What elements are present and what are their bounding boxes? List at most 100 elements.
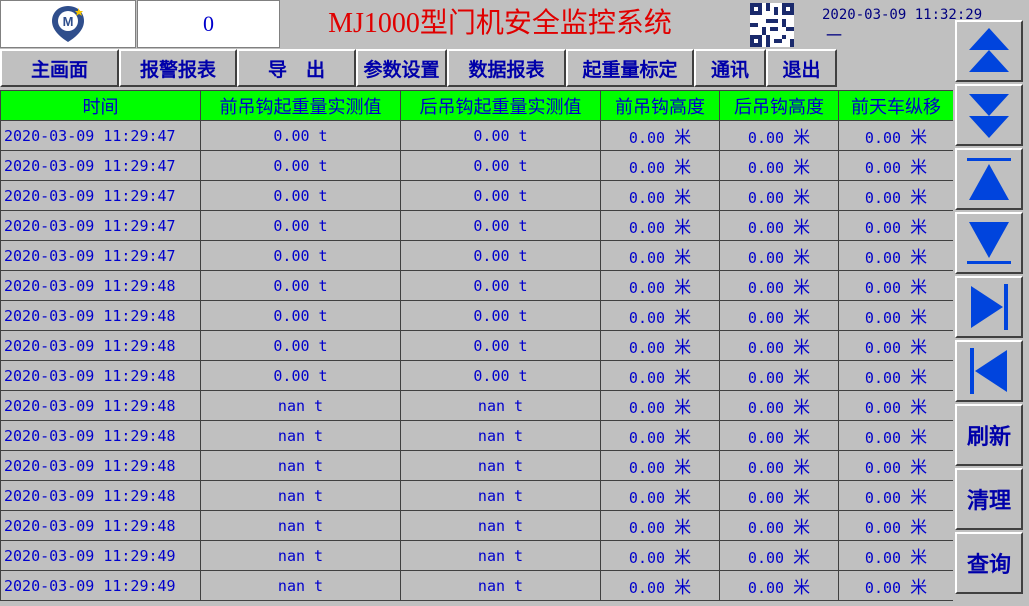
column-header-front-trolley-travel: 前天车纵移 [838,90,953,121]
cell-value: 0.00 [628,339,666,357]
cell-front-trolley-travel: 0.00 米 [838,360,953,391]
column-header-front-hook-height: 前吊钩高度 [600,90,720,121]
company-logo: M [0,0,136,48]
cell-value: 2020-03-09 11:29:47 [4,126,176,145]
next-record-button[interactable] [955,276,1023,338]
cell-front-trolley-travel: 0.00 米 [838,240,953,271]
cell-value: 2020-03-09 11:29:48 [4,306,176,325]
cell-value: 0.00 t [273,186,328,205]
header-bar: M 0 MJ1000型门机安全监控系统 2020-03-09 11:32:29 … [0,0,982,48]
table-row: 2020-03-09 11:29:48 0.00 t 0.00 t 0.00 米 0.0… [0,300,953,331]
cell-value: 0.00 [628,129,666,147]
cell-front-hook-height: 0.00 米 [600,240,720,271]
unit-label: 米 [793,428,811,448]
unit-label: 米 [910,218,928,238]
cell-front-trolley-travel: 0.00 米 [838,480,953,511]
counter-value: 0 [203,11,214,36]
cell-time: 2020-03-09 11:29:47 [0,150,201,181]
cell-front-trolley-travel: 0.00 米 [838,570,953,601]
app-title: MJ1000型门机安全监控系统 [328,8,672,39]
cell-value: nan t [277,396,324,415]
cell-value: 0.00 [864,459,902,477]
cell-value: nan t [477,396,524,415]
previous-record-button[interactable] [955,340,1023,402]
table-row: 2020-03-09 11:29:48 nan t nan t 0.00 米 0.00 … [0,450,953,481]
main-menu: 主画面 报警报表 导 出 参数设置 数据报表 起重量标定 通讯 退出 [0,49,837,87]
cell-value: 0.00 t [473,306,528,325]
menu-export-button[interactable]: 导 出 [237,49,356,87]
table-row: 2020-03-09 11:29:48 0.00 t 0.00 t 0.00 米 0.0… [0,360,953,391]
menu-parameter-settings-button[interactable]: 参数设置 [356,49,447,87]
unit-label: 米 [793,218,811,238]
clear-button[interactable]: 清理 [955,468,1023,530]
unit-label: 米 [910,548,928,568]
menu-data-report-button[interactable]: 数据报表 [447,49,566,87]
unit-label: 米 [674,428,692,448]
menu-communication-button[interactable]: 通讯 [694,49,766,87]
cell-rear-hook-height: 0.00 米 [719,570,839,601]
menu-exit-button[interactable]: 退出 [766,49,837,87]
qr-code-icon [750,3,794,47]
page-up-button[interactable] [955,20,1023,82]
cell-value: 0.00 [864,339,902,357]
page-down-button[interactable] [955,84,1023,146]
cell-time: 2020-03-09 11:29:47 [0,210,201,241]
go-to-top-button[interactable] [955,148,1023,210]
cell-value: 0.00 [864,399,902,417]
cell-value: 2020-03-09 11:29:48 [4,426,176,445]
cell-front-hook-height: 0.00 米 [600,420,720,451]
unit-label: 米 [793,518,811,538]
cell-front-hook-load: nan t [200,570,401,601]
arrow-to-top-icon [967,158,1011,200]
cell-time: 2020-03-09 11:29:48 [0,330,201,361]
unit-label: 米 [910,578,928,598]
cell-value: 0.00 [747,579,785,597]
cell-rear-hook-load: 0.00 t [400,120,601,151]
menu-alarm-report-button[interactable]: 报警报表 [119,49,237,87]
cell-value: 0.00 [864,279,902,297]
cell-rear-hook-height: 0.00 米 [719,150,839,181]
cell-rear-hook-height: 0.00 米 [719,240,839,271]
cell-value: 0.00 [747,429,785,447]
column-header-rear-hook-load: 后吊钩起重量实测值 [400,90,601,121]
cell-front-hook-height: 0.00 米 [600,510,720,541]
cell-value: 0.00 t [473,276,528,295]
query-button[interactable]: 查询 [955,532,1023,594]
cell-front-hook-height: 0.00 米 [600,150,720,181]
cell-value: 0.00 [628,429,666,447]
unit-label: 米 [793,398,811,418]
cell-front-hook-load: nan t [200,390,401,421]
right-navigation-panel: 刷新 清理 查询 [955,20,1025,606]
data-report-table-container[interactable]: 时间 前吊钩起重量实测值 后吊钩起重量实测值 前吊钩高度 后吊钩高度 前天车纵移… [0,90,953,601]
cell-value: nan t [477,426,524,445]
weekday-display: 一 [826,28,843,45]
cell-value: nan t [277,456,324,475]
cell-rear-hook-load: nan t [400,480,601,511]
cell-value: 0.00 t [273,336,328,355]
query-button-label: 查询 [966,552,1011,577]
unit-label: 米 [793,338,811,358]
menu-main-screen-button[interactable]: 主画面 [0,49,119,87]
refresh-button-label: 刷新 [966,424,1011,449]
cell-value: 2020-03-09 11:29:49 [4,576,176,595]
cell-front-trolley-travel: 0.00 米 [838,150,953,181]
refresh-button[interactable]: 刷新 [955,404,1023,466]
cell-rear-hook-load: nan t [400,570,601,601]
cell-front-hook-load: 0.00 t [200,270,401,301]
cell-front-trolley-travel: 0.00 米 [838,510,953,541]
cell-value: 0.00 t [273,276,328,295]
cell-value: 0.00 [628,579,666,597]
cell-value: 2020-03-09 11:29:47 [4,246,176,265]
cell-value: nan t [277,516,324,535]
menu-load-calibration-button[interactable]: 起重量标定 [566,49,694,87]
unit-label: 米 [793,368,811,388]
table-row: 2020-03-09 11:29:49 nan t nan t 0.00 米 0.00 … [0,540,953,571]
cell-value: 2020-03-09 11:29:47 [4,186,176,205]
go-to-bottom-button[interactable] [955,212,1023,274]
unit-label: 米 [910,128,928,148]
unit-label: 米 [674,398,692,418]
cell-value: 0.00 [864,129,902,147]
cell-value: 0.00 [747,129,785,147]
cell-value: nan t [477,576,524,595]
table-row: 2020-03-09 11:29:48 nan t nan t 0.00 米 0.00 … [0,480,953,511]
